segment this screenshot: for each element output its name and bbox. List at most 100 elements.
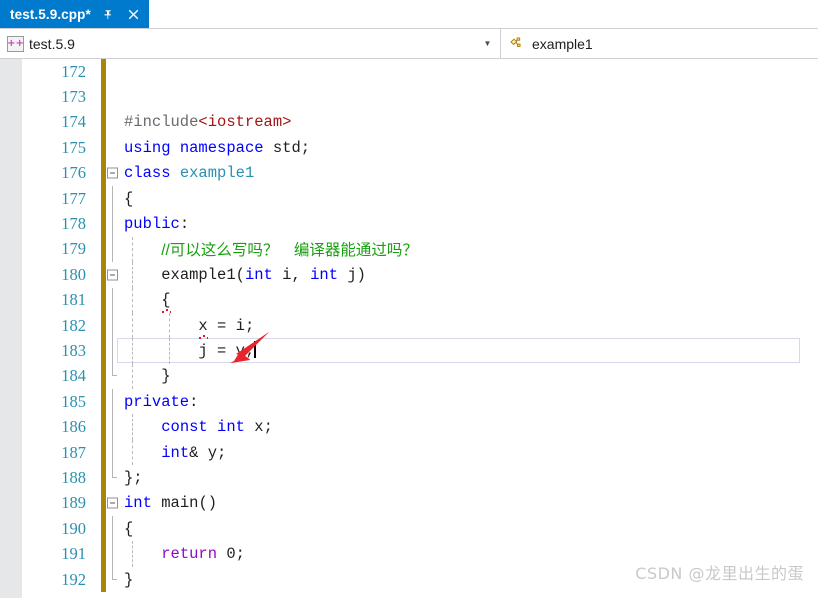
- member-scope-value: example1: [532, 35, 593, 52]
- outlining-margin[interactable]: [106, 236, 120, 263]
- outlining-margin[interactable]: [106, 262, 120, 287]
- line-number: 178: [61, 214, 86, 234]
- member-scope-dropdown[interactable]: example1: [501, 29, 818, 58]
- outlining-margin[interactable]: [106, 110, 120, 135]
- code-text[interactable]: const int x;: [120, 418, 273, 436]
- line-number: 187: [61, 442, 86, 462]
- line-number: 191: [61, 544, 86, 564]
- tab-test-5-9-cpp[interactable]: test.5.9.cpp*: [0, 0, 149, 28]
- code-text[interactable]: using namespace std;: [120, 139, 310, 157]
- code-text[interactable]: example1(int i, int j): [120, 266, 366, 284]
- code-text[interactable]: {: [120, 520, 133, 538]
- outlining-margin[interactable]: [106, 363, 120, 389]
- code-line-184[interactable]: 184 }: [22, 363, 818, 390]
- collapse-minus-icon[interactable]: [107, 167, 118, 179]
- code-text[interactable]: return 0;: [120, 545, 245, 563]
- line-number: 175: [61, 137, 86, 157]
- outlining-margin[interactable]: [106, 389, 120, 415]
- code-line-183[interactable]: 183 j = y;: [22, 338, 818, 364]
- line-number: 184: [61, 366, 86, 386]
- outlining-margin[interactable]: [106, 516, 120, 542]
- navigation-bar: ++ test.5.9 ▼ example1: [0, 29, 818, 59]
- code-line-175[interactable]: 175 using namespace std;: [22, 135, 818, 161]
- code-text[interactable]: private:: [120, 393, 198, 411]
- outlining-margin[interactable]: [106, 84, 120, 109]
- code-line-187[interactable]: 187 int& y;: [22, 439, 818, 466]
- code-line-185[interactable]: 185 private:: [22, 389, 818, 415]
- code-line-188[interactable]: 188};: [22, 465, 818, 491]
- tab-strip: test.5.9.cpp*: [0, 0, 818, 29]
- code-text[interactable]: #include<iostream>: [120, 113, 291, 131]
- code-line-182[interactable]: 182 x = i;: [22, 312, 818, 339]
- pin-icon[interactable]: [101, 7, 116, 22]
- code-text[interactable]: //可以这么写吗？ 编译器能通过吗？: [120, 238, 418, 260]
- code-line-176[interactable]: 176 class example1: [22, 160, 818, 186]
- code-surface[interactable]: 172 173 174 #include<iostream> 175 using name…: [22, 59, 818, 598]
- chevron-down-icon[interactable]: ▼: [479, 39, 500, 48]
- outlining-margin[interactable]: [106, 566, 120, 592]
- code-lines: 172 173 174 #include<iostream> 175 using name…: [22, 59, 818, 593]
- close-icon[interactable]: [126, 7, 141, 22]
- code-line-179[interactable]: 179 //可以这么写吗？ 编译器能通过吗？: [22, 236, 818, 263]
- code-line-186[interactable]: 186 const int x;: [22, 414, 818, 440]
- cpp-file-icon: ++: [7, 35, 24, 52]
- code-text[interactable]: int& y;: [120, 444, 226, 462]
- line-number: 174: [61, 112, 86, 132]
- code-text[interactable]: public:: [120, 215, 189, 233]
- line-number: 172: [61, 61, 86, 81]
- line-number: 176: [61, 163, 86, 183]
- code-editor[interactable]: 172 173 174 #include<iostream> 175 using name…: [0, 59, 818, 598]
- outlining-margin[interactable]: [106, 287, 120, 313]
- project-scope-value: test.5.9: [29, 35, 75, 52]
- outlining-guide-line: [112, 389, 113, 415]
- outlining-margin[interactable]: [106, 59, 120, 84]
- code-line-173[interactable]: 173: [22, 84, 818, 110]
- code-text[interactable]: class example1: [120, 164, 254, 182]
- csdn-watermark: CSDN @龙里出生的蛋: [635, 564, 804, 583]
- code-line-181[interactable]: 181 {: [22, 287, 818, 313]
- line-number: 186: [61, 417, 86, 437]
- code-text[interactable]: }: [120, 571, 133, 589]
- code-text[interactable]: };: [120, 469, 143, 487]
- class-icon: [508, 36, 527, 52]
- selection-margin: [0, 59, 22, 598]
- code-line-189[interactable]: 189 int main(): [22, 490, 818, 517]
- outlining-margin[interactable]: [106, 541, 120, 567]
- outlining-guide-end: [112, 465, 117, 478]
- line-number: 183: [61, 340, 86, 360]
- outlining-margin[interactable]: [106, 491, 120, 516]
- code-text[interactable]: }: [120, 367, 170, 385]
- outlining-margin[interactable]: [106, 135, 120, 160]
- code-line-174[interactable]: 174 #include<iostream>: [22, 109, 818, 136]
- outlining-margin[interactable]: [106, 161, 120, 186]
- code-text[interactable]: x = i;: [120, 317, 254, 335]
- outlining-guide-line: [112, 516, 113, 542]
- outlining-guide-line: [112, 541, 113, 567]
- outlining-margin[interactable]: [106, 185, 120, 212]
- line-number: 181: [61, 290, 86, 310]
- outlining-margin[interactable]: [106, 211, 120, 237]
- project-scope-dropdown[interactable]: ++ test.5.9 ▼: [0, 29, 501, 58]
- code-text[interactable]: int main(): [120, 494, 217, 512]
- line-number: 185: [61, 391, 86, 411]
- outlining-guide-end: [112, 363, 117, 377]
- outlining-margin[interactable]: [106, 312, 120, 339]
- code-line-172[interactable]: 172: [22, 59, 818, 85]
- outlining-margin[interactable]: [106, 465, 120, 490]
- outlining-margin[interactable]: [106, 414, 120, 440]
- outlining-guide-line: [112, 287, 113, 313]
- outlining-margin[interactable]: [106, 338, 120, 364]
- collapse-minus-icon[interactable]: [107, 269, 118, 281]
- code-line-178[interactable]: 178 public:: [22, 211, 818, 237]
- code-text[interactable]: {: [120, 291, 170, 309]
- collapse-minus-icon[interactable]: [107, 497, 118, 509]
- code-line-190[interactable]: 190 {: [22, 516, 818, 542]
- code-text[interactable]: j = y;: [120, 341, 256, 360]
- outlining-margin[interactable]: [106, 439, 120, 466]
- line-number: 180: [61, 264, 86, 284]
- code-line-177[interactable]: 177 {: [22, 185, 818, 212]
- outlining-guide-line: [112, 414, 113, 440]
- line-number: 188: [61, 467, 86, 487]
- code-line-180[interactable]: 180 example1(int i, int j): [22, 262, 818, 288]
- code-text[interactable]: {: [120, 190, 133, 208]
